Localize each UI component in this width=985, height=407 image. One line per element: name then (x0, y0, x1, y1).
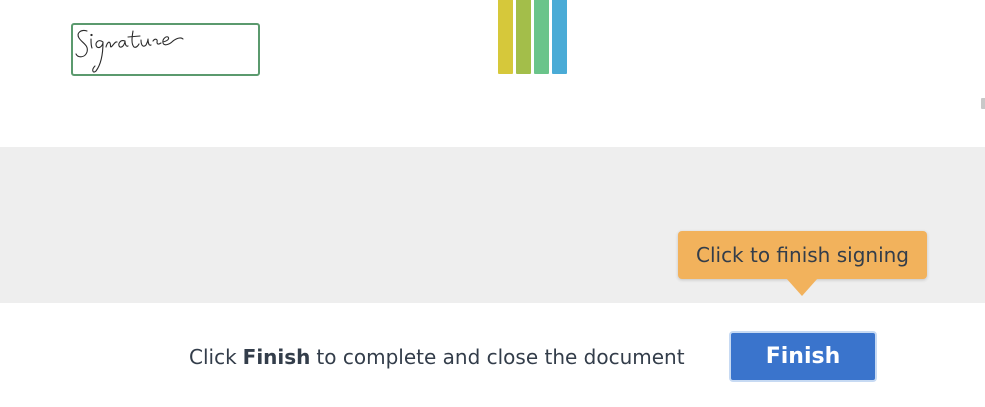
tooltip-arrow (786, 278, 818, 296)
finish-button[interactable]: Finish (729, 331, 877, 382)
logo-bar (552, 0, 567, 74)
instruction-text-end: to complete and close the document (316, 345, 685, 369)
logo-bar (516, 0, 531, 74)
document-page (0, 0, 985, 147)
logo-bar (498, 0, 513, 74)
finish-instruction: Click Finish to complete and close the d… (189, 343, 685, 371)
company-logo (496, 0, 568, 74)
logo-bar (534, 0, 549, 74)
signature-field[interactable] (71, 23, 260, 76)
instruction-text-bold: Finish (242, 345, 311, 369)
handwritten-signature (75, 29, 184, 73)
page-edge-mark (981, 98, 985, 109)
action-bar: Click Finish to complete and close the d… (0, 303, 985, 407)
tooltip-text: Click to finish signing (695, 243, 909, 267)
finish-tooltip: Click to finish signing (678, 231, 927, 279)
document-background (0, 147, 985, 303)
instruction-text-start: Click (189, 345, 237, 369)
signing-app: Click to finish signing Click Finish to … (0, 0, 985, 407)
